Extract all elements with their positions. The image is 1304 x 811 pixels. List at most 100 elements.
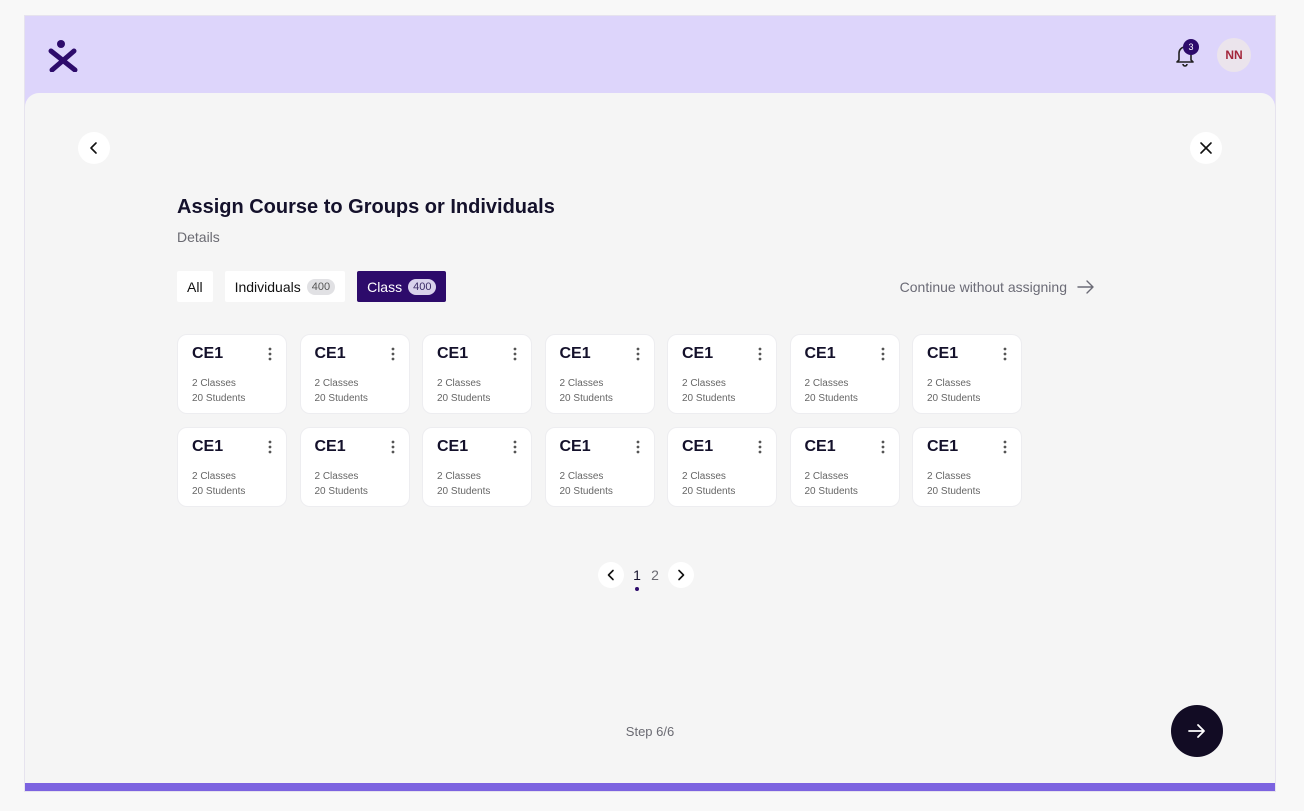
continue-label: Continue without assigning (899, 279, 1067, 295)
logo-x-icon[interactable] (48, 40, 78, 72)
notification-badge: 3 (1183, 39, 1199, 55)
card-title: CE1 (437, 438, 469, 455)
card-students-count: 20 Students (314, 486, 368, 497)
card-classes-count: 2 Classes (437, 378, 481, 389)
card-classes-count: 2 Classes (559, 378, 604, 389)
main-panel: Assign Course to Groups or Individuals D… (25, 93, 1275, 785)
card-students-count: 20 Students (437, 486, 491, 497)
card-classes-count: 2 Classes (192, 471, 236, 482)
page-title: Assign Course to Groups or Individuals (177, 196, 555, 218)
more-options-icon[interactable] (387, 439, 399, 455)
more-options-icon[interactable] (264, 439, 276, 455)
class-card[interactable]: CE1 2 Classes 20 Students (299, 334, 410, 414)
card-classes-count: 2 Classes (804, 378, 849, 389)
next-page-button[interactable] (668, 562, 694, 588)
card-title: CE1 (437, 345, 469, 362)
tab-count-badge: 400 (306, 278, 336, 295)
tab-class[interactable]: Class 400 (357, 271, 447, 302)
tab-label: Individuals (234, 278, 301, 295)
class-card[interactable]: CE1 2 Classes 20 Students (789, 427, 900, 507)
more-options-icon[interactable] (264, 346, 276, 362)
card-classes-count: 2 Classes (804, 471, 849, 482)
class-card[interactable]: CE1 2 Classes 20 Students (912, 427, 1022, 507)
card-classes-count: 2 Classes (682, 471, 726, 482)
tab-count-badge: 400 (408, 278, 437, 295)
card-students-count: 20 Students (682, 393, 736, 404)
page-subtitle: Details (177, 229, 220, 245)
card-students-count: 20 Students (192, 486, 246, 497)
close-button[interactable] (1190, 132, 1222, 164)
more-options-icon[interactable] (999, 439, 1011, 455)
card-classes-count: 2 Classes (559, 471, 604, 482)
card-students-count: 20 Students (804, 393, 858, 404)
card-students-count: 20 Students (314, 393, 368, 404)
card-title: CE1 (192, 438, 224, 455)
class-card[interactable]: CE1 2 Classes 20 Students (299, 427, 410, 507)
tab-all[interactable]: All (177, 271, 213, 302)
more-options-icon[interactable] (877, 346, 889, 362)
page-number[interactable]: 1 (632, 567, 642, 591)
card-students-count: 20 Students (927, 486, 981, 497)
class-card[interactable]: CE1 2 Classes 20 Students (544, 427, 655, 507)
class-card[interactable]: CE1 2 Classes 20 Students (544, 334, 655, 414)
card-students-count: 20 Students (804, 486, 858, 497)
chevron-left-icon (90, 142, 97, 154)
tab-label: Class (367, 278, 403, 295)
more-options-icon[interactable] (754, 346, 766, 362)
card-students-count: 20 Students (682, 486, 736, 497)
card-classes-count: 2 Classes (927, 471, 971, 482)
arrow-right-icon (1077, 280, 1094, 294)
chevron-right-icon (678, 569, 685, 581)
more-options-icon[interactable] (632, 346, 644, 362)
card-title: CE1 (927, 345, 959, 362)
class-card[interactable]: CE1 2 Classes 20 Students (789, 334, 900, 414)
card-title: CE1 (559, 345, 591, 362)
continue-without-assigning-link[interactable]: Continue without assigning (900, 279, 1095, 295)
card-classes-count: 2 Classes (314, 471, 359, 482)
top-bar: 3 NN (25, 16, 1275, 94)
prev-page-button[interactable] (598, 562, 624, 588)
card-students-count: 20 Students (559, 486, 613, 497)
card-title: CE1 (314, 438, 346, 455)
card-classes-count: 2 Classes (192, 378, 236, 389)
class-card[interactable]: CE1 2 Classes 20 Students (667, 334, 777, 414)
card-students-count: 20 Students (559, 393, 613, 404)
avatar[interactable]: NN (1217, 38, 1251, 72)
card-students-count: 20 Students (437, 393, 491, 404)
class-card-grid: CE1 2 Classes 20 Students CE1 2 Classes 20 St… (177, 334, 1022, 507)
close-icon (1200, 142, 1212, 154)
card-title: CE1 (682, 438, 714, 455)
card-title: CE1 (314, 345, 346, 362)
class-card[interactable]: CE1 2 Classes 20 Students (422, 427, 532, 507)
card-classes-count: 2 Classes (682, 378, 726, 389)
class-card[interactable]: CE1 2 Classes 20 Students (912, 334, 1022, 414)
card-classes-count: 2 Classes (314, 378, 359, 389)
card-title: CE1 (927, 438, 959, 455)
more-options-icon[interactable] (509, 346, 521, 362)
card-title: CE1 (559, 438, 591, 455)
chevron-left-icon (607, 569, 614, 581)
more-options-icon[interactable] (999, 346, 1011, 362)
card-classes-count: 2 Classes (927, 378, 971, 389)
next-step-button[interactable] (1171, 705, 1223, 757)
card-title: CE1 (804, 438, 836, 455)
more-options-icon[interactable] (387, 346, 399, 362)
card-title: CE1 (804, 345, 836, 362)
class-card[interactable]: CE1 2 Classes 20 Students (177, 427, 287, 507)
card-students-count: 20 Students (192, 393, 246, 404)
class-card[interactable]: CE1 2 Classes 20 Students (422, 334, 532, 414)
back-button[interactable] (78, 132, 110, 164)
more-options-icon[interactable] (632, 439, 644, 455)
more-options-icon[interactable] (509, 439, 521, 455)
app-frame: 3 NN Assign Course to Groups or Individu… (24, 15, 1276, 792)
card-title: CE1 (192, 345, 224, 362)
class-card[interactable]: CE1 2 Classes 20 Students (177, 334, 287, 414)
more-options-icon[interactable] (877, 439, 889, 455)
arrow-right-icon (1188, 724, 1205, 738)
page-number[interactable]: 2 (650, 567, 660, 583)
tab-label: All (187, 278, 203, 295)
more-options-icon[interactable] (754, 439, 766, 455)
card-students-count: 20 Students (927, 393, 981, 404)
tab-individuals[interactable]: Individuals 400 (224, 271, 346, 302)
class-card[interactable]: CE1 2 Classes 20 Students (667, 427, 777, 507)
